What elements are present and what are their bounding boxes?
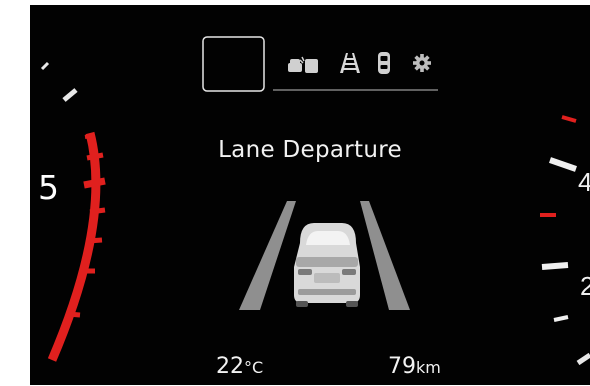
distance-unit: km	[416, 358, 441, 377]
cluster-graphics: 4 2	[40, 36, 590, 366]
temperature-unit: °C	[244, 358, 264, 377]
right-gauge-number-partial: 2	[580, 271, 590, 301]
gear-position-number: 5	[38, 168, 59, 207]
right-gauge-tick	[553, 315, 569, 322]
right-gauge-tick	[576, 352, 590, 366]
distance-value: 79	[388, 354, 416, 379]
trip-distance: 79km	[388, 354, 441, 379]
lane-keeping-icon	[340, 53, 360, 73]
left-gauge-tick	[62, 88, 78, 102]
left-gauge-tick	[40, 61, 50, 71]
settings-gear-icon	[413, 54, 431, 72]
left-lane-line	[239, 201, 296, 310]
outside-temperature: 22°C	[216, 354, 263, 379]
left-gauge-red-tick	[67, 311, 81, 318]
status-box	[202, 36, 265, 92]
right-gauge-tick	[541, 262, 569, 270]
lane-departure-message: Lane Departure	[218, 137, 402, 163]
left-gauge	[40, 61, 106, 362]
car-graphic	[294, 223, 360, 307]
left-gauge-red-tick	[87, 237, 103, 244]
driver-attention-icon	[378, 52, 390, 74]
forward-collision-icon	[288, 56, 318, 73]
temperature-value: 22	[216, 354, 244, 379]
instrument-cluster-display: 4 2 5 Lane Departure 22°C 79km	[30, 5, 590, 385]
left-gauge-red-tick	[83, 177, 106, 189]
right-gauge-red-tick	[561, 115, 577, 123]
right-gauge-number-partial: 4	[578, 167, 590, 197]
right-lane-line	[360, 201, 410, 310]
left-gauge-red-tick	[89, 207, 106, 215]
